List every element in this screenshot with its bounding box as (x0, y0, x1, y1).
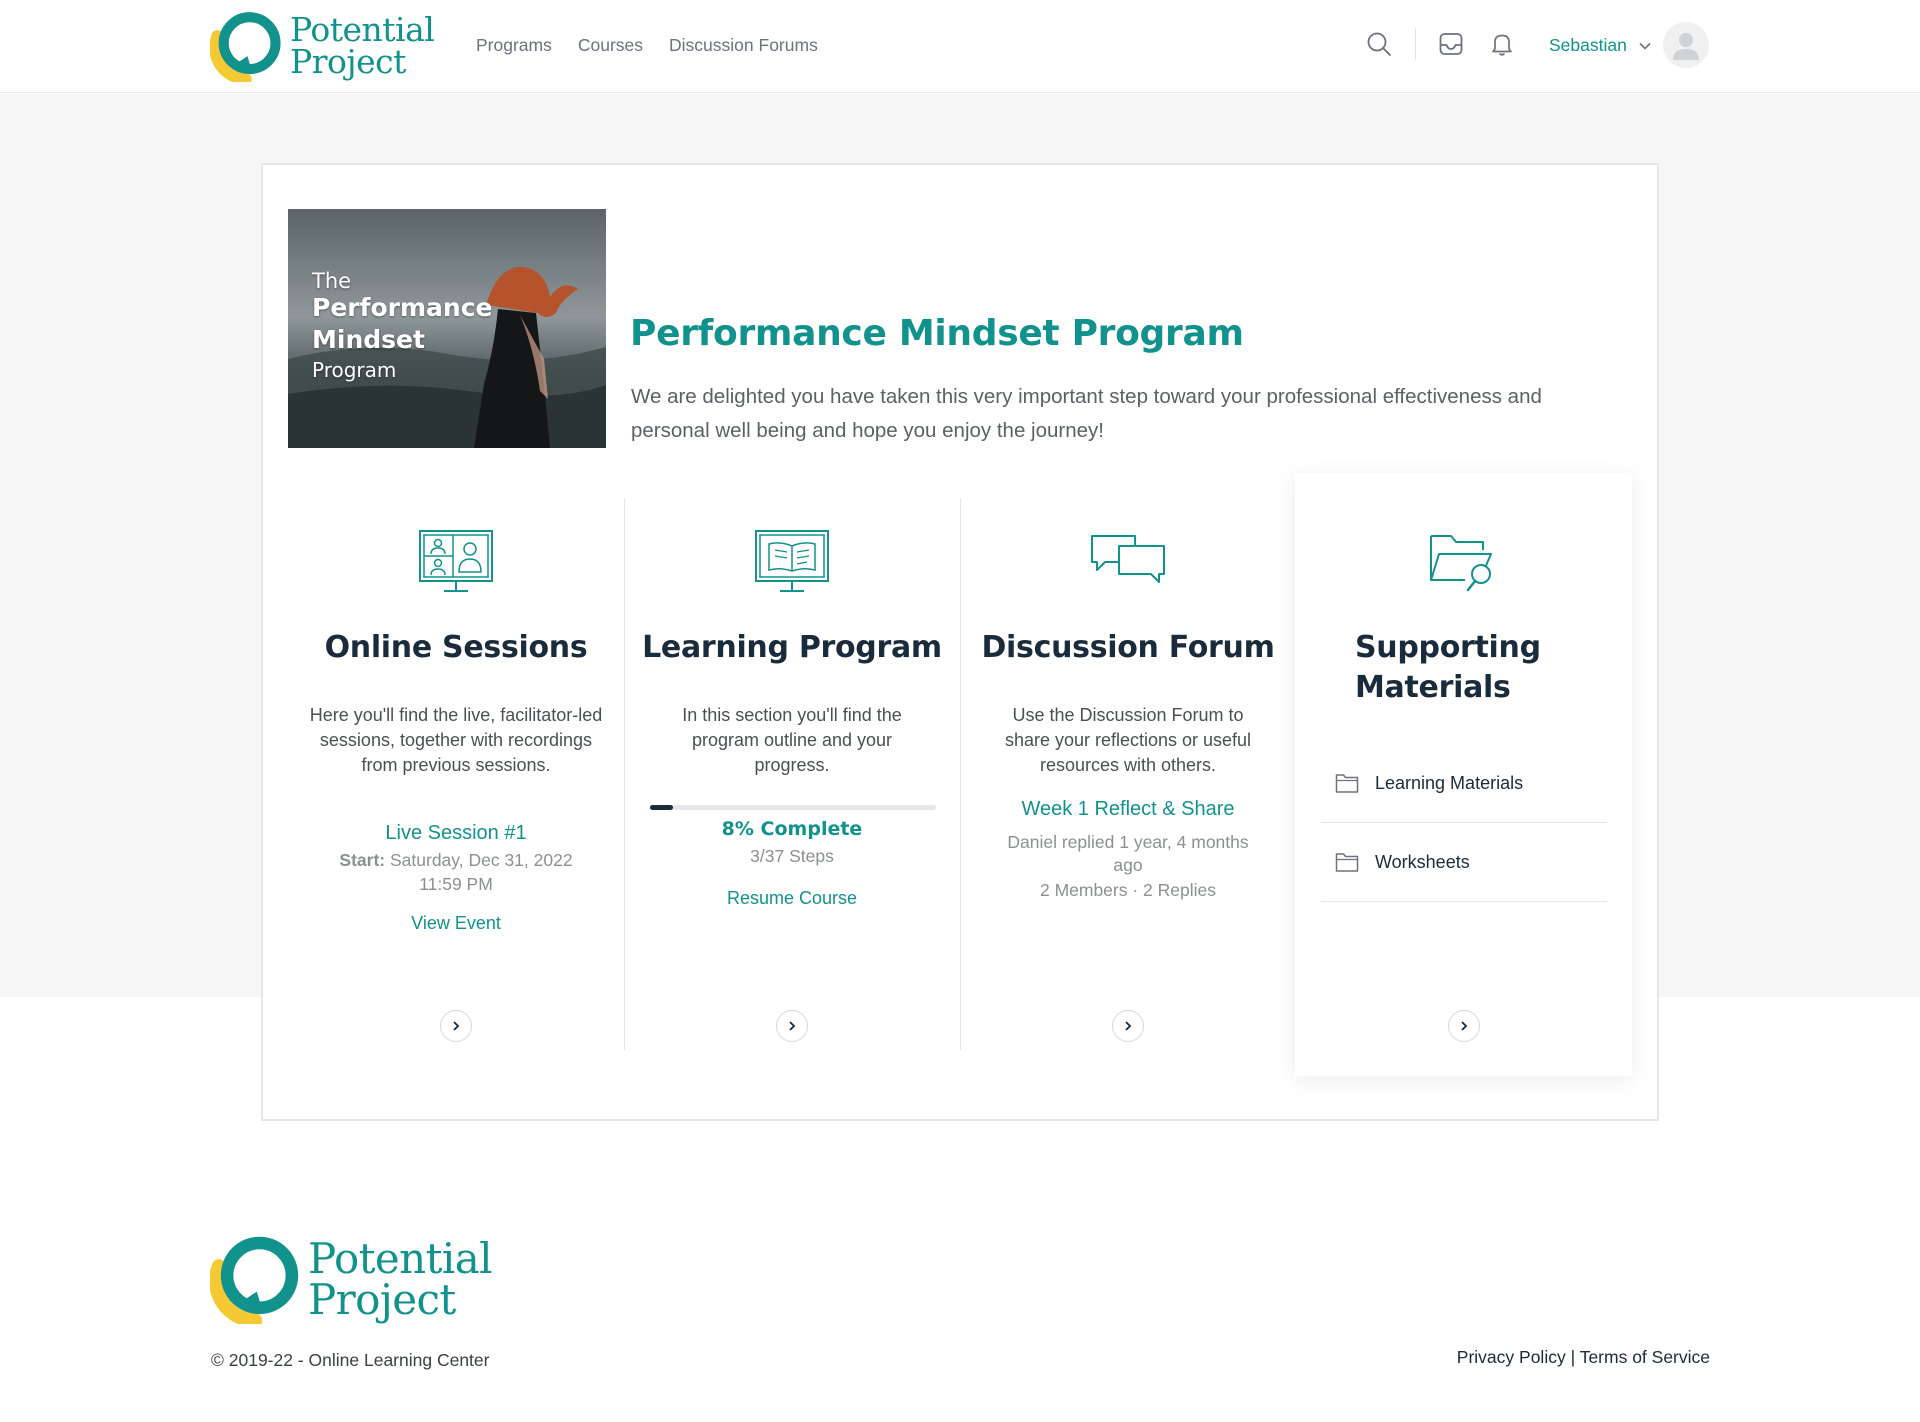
discussion-forum-title: Discussion Forum (981, 630, 1275, 665)
folder-search-icon (1425, 528, 1503, 598)
supporting-materials-section: Supporting Materials Learning Materials … (1295, 473, 1632, 1076)
chevron-right-icon (453, 1021, 460, 1031)
video-conference-icon (417, 528, 495, 598)
online-sessions-section: Online Sessions Here you'll find the liv… (288, 498, 624, 1058)
progress-percent-label: 8% Complete (721, 818, 863, 840)
forum-last-reply: Daniel replied 1 year, 4 months ago (1007, 832, 1249, 875)
folder-icon (1335, 774, 1359, 793)
inbox-icon[interactable] (1437, 30, 1465, 58)
footer-brand-logo[interactable]: Potential Project (209, 1233, 493, 1328)
chevron-down-icon[interactable] (1635, 36, 1655, 56)
material-item-learning-materials[interactable]: Learning Materials (1321, 744, 1607, 823)
footer-logo-line1: Potential (308, 1233, 493, 1283)
footer-logo-wordmark: Potential Project (308, 1233, 493, 1324)
material-item-label[interactable]: Learning Materials (1375, 773, 1523, 794)
terms-of-service-link[interactable]: Terms of Service (1580, 1347, 1710, 1367)
start-label: Start: (339, 850, 386, 870)
cover-text-the: The (312, 269, 352, 293)
nav-courses[interactable]: Courses (578, 35, 643, 56)
privacy-policy-link[interactable]: Privacy Policy (1457, 1347, 1566, 1367)
forum-topic-link[interactable]: Week 1 Reflect & Share (960, 798, 1296, 821)
resume-course-link[interactable]: Resume Course (624, 888, 960, 909)
brand-logo[interactable]: Potential Project (209, 10, 435, 85)
chat-bubbles-icon (1089, 528, 1167, 598)
header-divider (1415, 28, 1416, 60)
forum-stats: 2 Members · 2 Replies (1039, 880, 1217, 900)
learning-program-description: In this section you'll find the program … (682, 705, 902, 775)
legal-separator: | (1570, 1347, 1576, 1367)
discussion-forum-description: Use the Discussion Forum to share your r… (1004, 705, 1252, 775)
site-header: Potential Project Programs Courses Discu… (0, 0, 1920, 93)
logo-mark-icon (209, 10, 282, 85)
course-progress-fill (650, 805, 673, 810)
folder-icon (1335, 853, 1359, 872)
footer-logo-line2: Project (308, 1275, 456, 1324)
search-icon[interactable] (1365, 30, 1393, 58)
material-item-label[interactable]: Worksheets (1375, 852, 1470, 873)
nav-programs[interactable]: Programs (476, 35, 552, 56)
discussion-forum-section: Discussion Forum Use the Discussion Foru… (960, 498, 1296, 1058)
legal-links: Privacy Policy | Terms of Service (1457, 1347, 1710, 1368)
material-item-worksheets[interactable]: Worksheets (1321, 823, 1607, 902)
start-value: Saturday, Dec 31, 2022 11:59 PM (390, 850, 573, 894)
learning-program-next-button[interactable] (776, 1010, 808, 1042)
open-book-monitor-icon (753, 528, 831, 598)
nav-discussion-forums[interactable]: Discussion Forums (669, 35, 818, 56)
program-title: Performance Mindset Program (630, 313, 1244, 354)
online-sessions-next-button[interactable] (440, 1010, 472, 1042)
program-description: We are delighted you have taken this ver… (631, 385, 1542, 442)
progress-steps: 3/37 Steps (750, 846, 834, 866)
course-progress-bar (650, 805, 936, 810)
avatar[interactable] (1663, 22, 1709, 68)
cover-text-performance: Performance (312, 293, 493, 322)
online-sessions-title: Online Sessions (324, 630, 588, 665)
user-menu-name[interactable]: Sebastian (1549, 35, 1627, 56)
main-nav: Programs Courses Discussion Forums (476, 35, 818, 56)
chevron-right-icon (1461, 1021, 1468, 1031)
copyright-text: © 2019-22 - Online Learning Center (211, 1350, 490, 1370)
learning-program-title: Learning Program (642, 630, 942, 665)
chevron-right-icon (789, 1021, 796, 1031)
cover-text-mindset: Mindset (312, 325, 425, 354)
logo-mark-icon (209, 1234, 300, 1328)
view-event-link[interactable]: View Event (288, 913, 624, 934)
live-session-title[interactable]: Live Session #1 (288, 822, 624, 845)
cover-text-program: Program (312, 358, 397, 382)
logo-wordmark: Potential Project (290, 13, 435, 81)
logo-line2: Project (290, 42, 406, 81)
online-sessions-description: Here you'll find the live, facilitator-l… (309, 705, 603, 775)
learning-program-section: Learning Program In this section you'll … (624, 498, 960, 1058)
program-cover-image[interactable]: The Performance Mindset Program (288, 209, 606, 448)
discussion-forum-next-button[interactable] (1112, 1010, 1144, 1042)
supporting-materials-next-button[interactable] (1448, 1010, 1480, 1042)
bell-icon[interactable] (1488, 30, 1516, 58)
live-session-start: Start: Saturday, Dec 31, 2022 11:59 PM (328, 848, 584, 896)
chevron-right-icon (1125, 1021, 1132, 1031)
supporting-materials-title: Supporting Materials (1355, 630, 1541, 705)
